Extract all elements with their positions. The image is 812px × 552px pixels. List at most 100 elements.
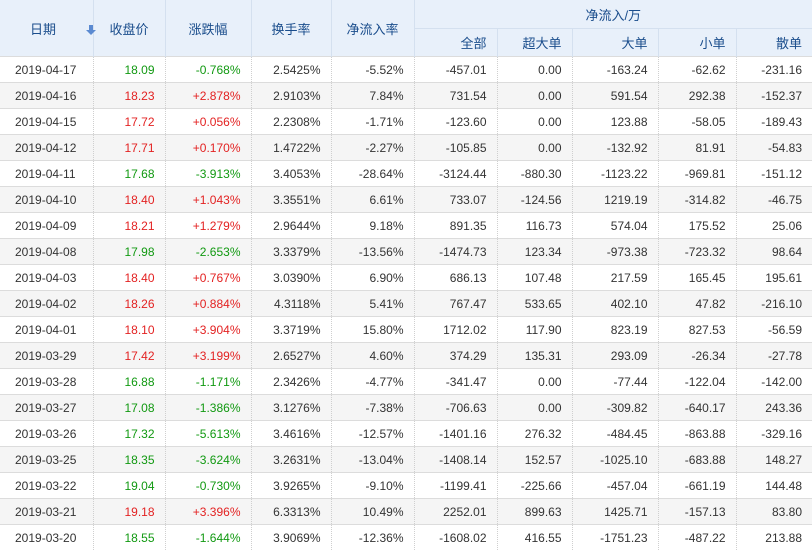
cell-all: 374.29: [413, 342, 497, 369]
cell-xl: -225.66: [496, 472, 572, 499]
cell-date: 2019-03-20: [0, 524, 93, 550]
cell-all: -123.60: [413, 108, 497, 135]
table-row: 2019-04-17 18.09 -0.768% 2.5425% -5.52% -457.…: [0, 56, 812, 83]
cell-change: -5.613%: [164, 420, 251, 447]
cell-all: -105.85: [413, 134, 497, 161]
table-row: 2019-04-10 18.40 +1.043% 3.3551% 6.61% 733.07…: [0, 186, 812, 213]
cell-close: 19.18: [92, 498, 165, 525]
cell-turnover: 2.3426%: [250, 368, 331, 395]
cell-s: -142.00: [735, 368, 812, 395]
cell-net-ratio: 7.84%: [330, 82, 414, 109]
cell-net-ratio: -13.56%: [330, 238, 414, 265]
header-xl[interactable]: 超大单: [496, 28, 572, 57]
cell-turnover: 3.2631%: [250, 446, 331, 473]
header-l[interactable]: 大单: [571, 28, 658, 57]
cell-xl: 123.34: [496, 238, 572, 265]
cell-date: 2019-03-29: [0, 342, 93, 369]
cell-xl: 0.00: [496, 368, 572, 395]
header-turnover[interactable]: 换手率: [250, 0, 331, 57]
cell-close: 17.72: [92, 108, 165, 135]
table-row: 2019-04-09 18.21 +1.279% 2.9644% 9.18% 891.35…: [0, 212, 812, 239]
cell-net-ratio: -12.57%: [330, 420, 414, 447]
table-row: 2019-03-27 17.08 -1.386% 3.1276% -7.38% -706.…: [0, 394, 812, 421]
header-date[interactable]: 日期: [0, 0, 97, 57]
table-row: 2019-04-02 18.26 +0.884% 4.3118% 5.41% 767.47…: [0, 290, 812, 317]
cell-close: 17.68: [92, 160, 165, 187]
cell-l: 1425.71: [571, 498, 658, 525]
cell-net-ratio: -28.64%: [330, 160, 414, 187]
cell-turnover: 2.2308%: [250, 108, 331, 135]
cell-m: -640.17: [657, 394, 736, 421]
cell-date: 2019-03-25: [0, 446, 93, 473]
header-date-label: 日期: [30, 21, 57, 37]
header-s[interactable]: 散单: [735, 28, 812, 57]
cell-change: -0.730%: [164, 472, 251, 499]
cell-change: +3.199%: [164, 342, 251, 369]
cell-close: 17.08: [92, 394, 165, 421]
cell-close: 18.23: [92, 82, 165, 109]
cell-all: -706.63: [413, 394, 497, 421]
cell-xl: 276.32: [496, 420, 572, 447]
table-row: 2019-04-01 18.10 +3.904% 3.3719% 15.80% 1712.…: [0, 316, 812, 343]
cell-close: 18.40: [92, 186, 165, 213]
cell-turnover: 2.9644%: [250, 212, 331, 239]
header-m[interactable]: 小单: [657, 28, 736, 57]
cell-date: 2019-04-10: [0, 186, 93, 213]
cell-all: -1408.14: [413, 446, 497, 473]
cell-turnover: 3.9265%: [250, 472, 331, 499]
cell-date: 2019-04-15: [0, 108, 93, 135]
cell-net-ratio: 6.61%: [330, 186, 414, 213]
header-close[interactable]: 收盘价: [92, 0, 165, 57]
cell-m: 47.82: [657, 290, 736, 317]
cell-l: 293.09: [571, 342, 658, 369]
cell-xl: 107.48: [496, 264, 572, 291]
cell-net-ratio: -12.36%: [330, 524, 414, 550]
cell-change: -1.644%: [164, 524, 251, 550]
cell-all: 686.13: [413, 264, 497, 291]
header-all[interactable]: 全部: [413, 28, 497, 57]
cell-m: -487.22: [657, 524, 736, 550]
cell-m: -661.19: [657, 472, 736, 499]
cell-date: 2019-03-26: [0, 420, 93, 447]
cell-all: 2252.01: [413, 498, 497, 525]
cell-xl: 116.73: [496, 212, 572, 239]
cell-date: 2019-03-27: [0, 394, 93, 421]
cell-m: 292.38: [657, 82, 736, 109]
sort-down-arrow-icon[interactable]: [86, 24, 97, 35]
cell-l: -484.45: [571, 420, 658, 447]
header-net-ratio[interactable]: 净流入率: [330, 0, 414, 57]
cell-m: -62.62: [657, 56, 736, 83]
cell-xl: 0.00: [496, 56, 572, 83]
cell-turnover: 3.3379%: [250, 238, 331, 265]
table-row: 2019-03-20 18.55 -1.644% 3.9069% -12.36% -160…: [0, 524, 812, 550]
cell-turnover: 4.3118%: [250, 290, 331, 317]
cell-s: 144.48: [735, 472, 812, 499]
cell-l: -1025.10: [571, 446, 658, 473]
cell-date: 2019-04-01: [0, 316, 93, 343]
cell-s: -27.78: [735, 342, 812, 369]
cell-xl: 0.00: [496, 108, 572, 135]
cell-date: 2019-04-11: [0, 160, 93, 187]
cell-net-ratio: -5.52%: [330, 56, 414, 83]
cell-xl: -880.30: [496, 160, 572, 187]
cell-xl: 135.31: [496, 342, 572, 369]
cell-date: 2019-04-12: [0, 134, 93, 161]
cell-close: 19.04: [92, 472, 165, 499]
cell-date: 2019-04-17: [0, 56, 93, 83]
table-row: 2019-04-12 17.71 +0.170% 1.4722% -2.27% -105.…: [0, 134, 812, 161]
header-change[interactable]: 涨跌幅: [164, 0, 251, 57]
cell-net-ratio: -7.38%: [330, 394, 414, 421]
cell-l: -132.92: [571, 134, 658, 161]
cell-s: 243.36: [735, 394, 812, 421]
cell-s: -189.43: [735, 108, 812, 135]
cell-close: 18.40: [92, 264, 165, 291]
cell-all: -457.01: [413, 56, 497, 83]
cell-turnover: 2.5425%: [250, 56, 331, 83]
cell-l: 123.88: [571, 108, 658, 135]
cell-date: 2019-03-22: [0, 472, 93, 499]
cell-change: -3.624%: [164, 446, 251, 473]
cell-net-ratio: -2.27%: [330, 134, 414, 161]
cell-turnover: 3.3719%: [250, 316, 331, 343]
cell-s: 213.88: [735, 524, 812, 550]
cell-turnover: 1.4722%: [250, 134, 331, 161]
